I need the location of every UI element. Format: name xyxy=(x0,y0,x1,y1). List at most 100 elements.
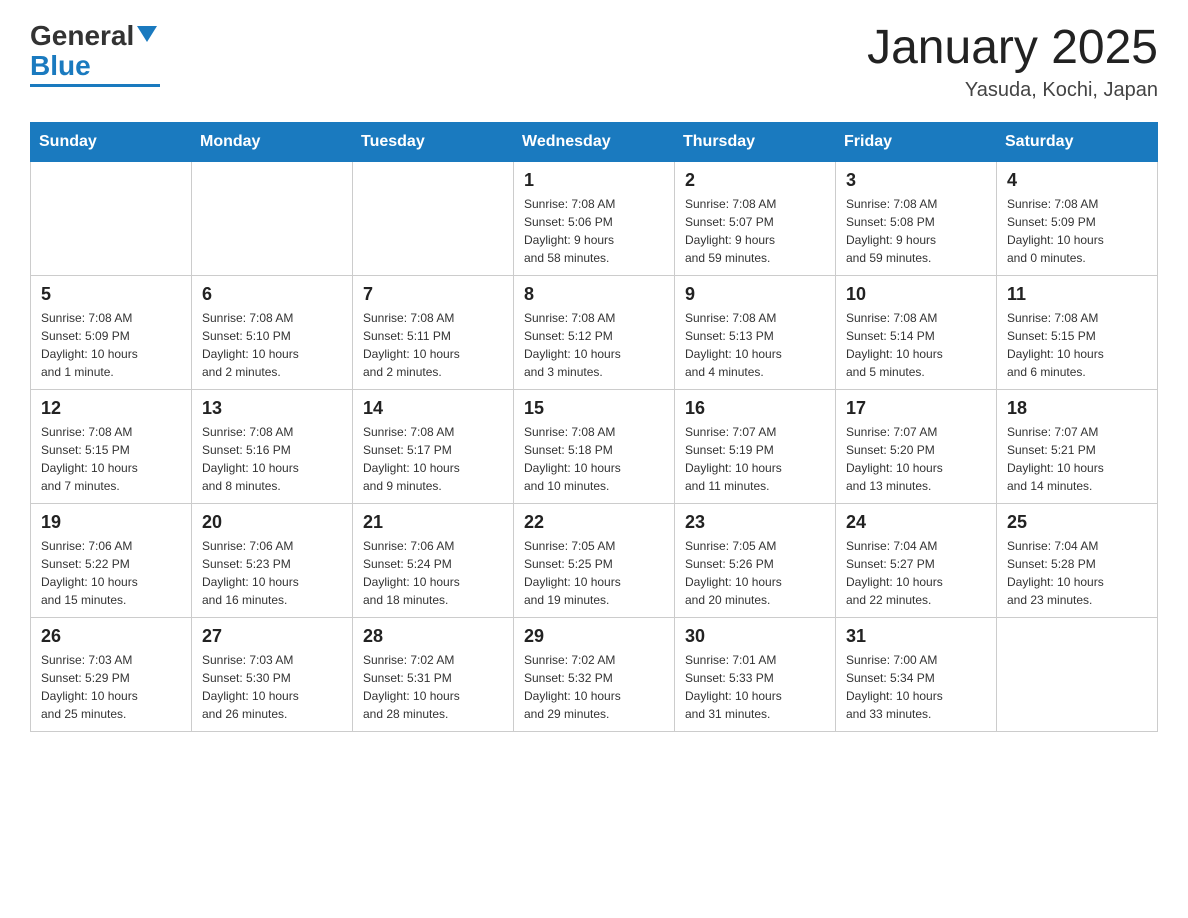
calendar-cell: 16 Sunrise: 7:07 AM Sunset: 5:19 PM Dayli… xyxy=(675,390,836,504)
day-number: 17 xyxy=(846,398,986,419)
day-number: 7 xyxy=(363,284,503,305)
day-number: 28 xyxy=(363,626,503,647)
calendar-cell: 29 Sunrise: 7:02 AM Sunset: 5:32 PM Dayli… xyxy=(514,618,675,732)
calendar-cell: 1Sunrise: 7:08 AM Sunset: 5:06 PM Daylig… xyxy=(514,162,675,276)
calendar-cell: 14Sunrise: 7:08 AM Sunset: 5:17 PM Dayli… xyxy=(353,390,514,504)
day-info: Sunrise: 7:04 AM Sunset: 5:28 PM Dayligh… xyxy=(1007,537,1147,609)
day-info: Sunrise: 7:00 AM Sunset: 5:34 PM Dayligh… xyxy=(846,651,986,723)
day-info: Sunrise: 7:05 AM Sunset: 5:26 PM Dayligh… xyxy=(685,537,825,609)
day-number: 31 xyxy=(846,626,986,647)
day-number: 4 xyxy=(1007,170,1147,191)
calendar-cell: 17 Sunrise: 7:07 AM Sunset: 5:20 PM Dayli… xyxy=(836,390,997,504)
calendar-cell xyxy=(353,162,514,276)
calendar-cell: 9Sunrise: 7:08 AM Sunset: 5:13 PM Daylig… xyxy=(675,276,836,390)
day-info: Sunrise: 7:02 AM Sunset: 5:31 PM Dayligh… xyxy=(363,651,503,723)
calendar-cell: 8 Sunrise: 7:08 AM Sunset: 5:12 PM Daylig… xyxy=(514,276,675,390)
day-number: 19 xyxy=(41,512,181,533)
day-number: 23 xyxy=(685,512,825,533)
day-number: 6 xyxy=(202,284,342,305)
day-info: Sunrise: 7:06 AM Sunset: 5:23 PM Dayligh… xyxy=(202,537,342,609)
weekday-header-row: SundayMondayTuesdayWednesdayThursdayFrid… xyxy=(31,123,1158,162)
day-info: Sunrise: 7:08 AM Sunset: 5:18 PM Dayligh… xyxy=(524,423,664,495)
week-row-5: 26 Sunrise: 7:03 AM Sunset: 5:29 PM Dayli… xyxy=(31,618,1158,732)
day-number: 10 xyxy=(846,284,986,305)
day-info: Sunrise: 7:08 AM Sunset: 5:10 PM Dayligh… xyxy=(202,309,342,381)
logo-triangle-icon xyxy=(137,26,157,42)
day-number: 8 xyxy=(524,284,664,305)
weekday-header-thursday: Thursday xyxy=(675,123,836,162)
day-number: 12 xyxy=(41,398,181,419)
week-row-2: 5Sunrise: 7:08 AM Sunset: 5:09 PM Daylig… xyxy=(31,276,1158,390)
calendar-cell: 23 Sunrise: 7:05 AM Sunset: 5:26 PM Dayli… xyxy=(675,504,836,618)
calendar-cell: 5Sunrise: 7:08 AM Sunset: 5:09 PM Daylig… xyxy=(31,276,192,390)
logo-underline xyxy=(30,84,160,87)
calendar-cell: 2 Sunrise: 7:08 AM Sunset: 5:07 PM Daylig… xyxy=(675,162,836,276)
calendar-cell: 6 Sunrise: 7:08 AM Sunset: 5:10 PM Daylig… xyxy=(192,276,353,390)
logo-blue-text: Blue xyxy=(30,50,91,81)
calendar-cell: 10 Sunrise: 7:08 AM Sunset: 5:14 PM Dayli… xyxy=(836,276,997,390)
day-number: 3 xyxy=(846,170,986,191)
calendar-cell: 28 Sunrise: 7:02 AM Sunset: 5:31 PM Dayli… xyxy=(353,618,514,732)
day-info: Sunrise: 7:03 AM Sunset: 5:30 PM Dayligh… xyxy=(202,651,342,723)
day-info: Sunrise: 7:08 AM Sunset: 5:14 PM Dayligh… xyxy=(846,309,986,381)
logo-general-text: General xyxy=(30,20,134,52)
page-header: General Blue January 2025 Yasuda, Kochi,… xyxy=(30,20,1158,102)
day-number: 24 xyxy=(846,512,986,533)
day-info: Sunrise: 7:08 AM Sunset: 5:08 PM Dayligh… xyxy=(846,195,986,267)
day-info: Sunrise: 7:01 AM Sunset: 5:33 PM Dayligh… xyxy=(685,651,825,723)
calendar-cell: 12 Sunrise: 7:08 AM Sunset: 5:15 PM Dayli… xyxy=(31,390,192,504)
day-number: 20 xyxy=(202,512,342,533)
day-number: 5 xyxy=(41,284,181,305)
day-number: 16 xyxy=(685,398,825,419)
day-number: 26 xyxy=(41,626,181,647)
calendar-cell xyxy=(192,162,353,276)
day-number: 18 xyxy=(1007,398,1147,419)
calendar-cell: 13Sunrise: 7:08 AM Sunset: 5:16 PM Dayli… xyxy=(192,390,353,504)
calendar-cell: 22Sunrise: 7:05 AM Sunset: 5:25 PM Dayli… xyxy=(514,504,675,618)
calendar-cell: 25 Sunrise: 7:04 AM Sunset: 5:28 PM Dayli… xyxy=(997,504,1158,618)
day-info: Sunrise: 7:08 AM Sunset: 5:15 PM Dayligh… xyxy=(41,423,181,495)
day-number: 2 xyxy=(685,170,825,191)
week-row-1: 1Sunrise: 7:08 AM Sunset: 5:06 PM Daylig… xyxy=(31,162,1158,276)
day-number: 27 xyxy=(202,626,342,647)
day-info: Sunrise: 7:07 AM Sunset: 5:20 PM Dayligh… xyxy=(846,423,986,495)
calendar-cell: 27 Sunrise: 7:03 AM Sunset: 5:30 PM Dayli… xyxy=(192,618,353,732)
day-info: Sunrise: 7:04 AM Sunset: 5:27 PM Dayligh… xyxy=(846,537,986,609)
day-number: 21 xyxy=(363,512,503,533)
calendar-cell: 15Sunrise: 7:08 AM Sunset: 5:18 PM Dayli… xyxy=(514,390,675,504)
day-info: Sunrise: 7:06 AM Sunset: 5:24 PM Dayligh… xyxy=(363,537,503,609)
day-info: Sunrise: 7:05 AM Sunset: 5:25 PM Dayligh… xyxy=(524,537,664,609)
calendar-cell: 19 Sunrise: 7:06 AM Sunset: 5:22 PM Dayli… xyxy=(31,504,192,618)
day-info: Sunrise: 7:02 AM Sunset: 5:32 PM Dayligh… xyxy=(524,651,664,723)
calendar-cell: 18 Sunrise: 7:07 AM Sunset: 5:21 PM Dayli… xyxy=(997,390,1158,504)
day-info: Sunrise: 7:08 AM Sunset: 5:07 PM Dayligh… xyxy=(685,195,825,267)
calendar-cell: 4 Sunrise: 7:08 AM Sunset: 5:09 PM Daylig… xyxy=(997,162,1158,276)
day-number: 29 xyxy=(524,626,664,647)
calendar-table: SundayMondayTuesdayWednesdayThursdayFrid… xyxy=(30,122,1158,732)
day-info: Sunrise: 7:07 AM Sunset: 5:19 PM Dayligh… xyxy=(685,423,825,495)
week-row-3: 12 Sunrise: 7:08 AM Sunset: 5:15 PM Dayli… xyxy=(31,390,1158,504)
day-number: 25 xyxy=(1007,512,1147,533)
calendar-cell xyxy=(997,618,1158,732)
title-block: January 2025 Yasuda, Kochi, Japan xyxy=(867,20,1158,102)
day-number: 14 xyxy=(363,398,503,419)
day-info: Sunrise: 7:08 AM Sunset: 5:09 PM Dayligh… xyxy=(1007,195,1147,267)
calendar-cell: 24 Sunrise: 7:04 AM Sunset: 5:27 PM Dayli… xyxy=(836,504,997,618)
calendar-cell: 11 Sunrise: 7:08 AM Sunset: 5:15 PM Dayli… xyxy=(997,276,1158,390)
calendar-subtitle: Yasuda, Kochi, Japan xyxy=(867,79,1158,102)
calendar-cell: 3 Sunrise: 7:08 AM Sunset: 5:08 PM Daylig… xyxy=(836,162,997,276)
day-info: Sunrise: 7:03 AM Sunset: 5:29 PM Dayligh… xyxy=(41,651,181,723)
day-info: Sunrise: 7:06 AM Sunset: 5:22 PM Dayligh… xyxy=(41,537,181,609)
calendar-cell: 21 Sunrise: 7:06 AM Sunset: 5:24 PM Dayli… xyxy=(353,504,514,618)
weekday-header-sunday: Sunday xyxy=(31,123,192,162)
day-info: Sunrise: 7:08 AM Sunset: 5:16 PM Dayligh… xyxy=(202,423,342,495)
weekday-header-friday: Friday xyxy=(836,123,997,162)
day-info: Sunrise: 7:08 AM Sunset: 5:12 PM Dayligh… xyxy=(524,309,664,381)
day-number: 9 xyxy=(685,284,825,305)
day-number: 11 xyxy=(1007,284,1147,305)
day-info: Sunrise: 7:07 AM Sunset: 5:21 PM Dayligh… xyxy=(1007,423,1147,495)
calendar-cell xyxy=(31,162,192,276)
weekday-header-monday: Monday xyxy=(192,123,353,162)
day-info: Sunrise: 7:08 AM Sunset: 5:11 PM Dayligh… xyxy=(363,309,503,381)
day-info: Sunrise: 7:08 AM Sunset: 5:15 PM Dayligh… xyxy=(1007,309,1147,381)
